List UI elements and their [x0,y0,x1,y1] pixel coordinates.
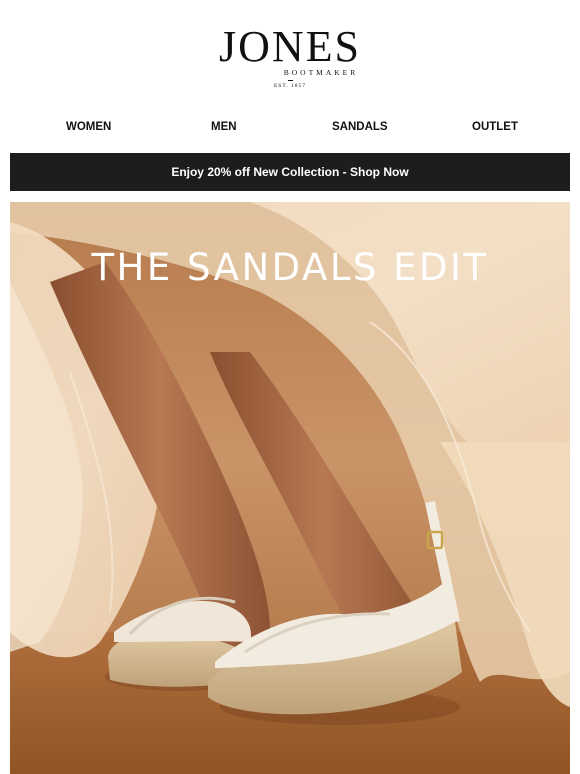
nav-item-sandals[interactable]: SANDALS [332,121,388,133]
brand-tagline: BOOTMAKER [283,68,359,77]
promo-banner[interactable]: Enjoy 20% off New Collection - Shop Now [10,153,570,191]
logo-divider [287,80,293,81]
main-nav: WOMEN MEN SANDALS OUTLET [0,121,580,139]
brand-logo[interactable]: JONES BOOTMAKER EST. 1857 [0,22,580,90]
nav-item-outlet[interactable]: OUTLET [472,121,518,133]
nav-item-women[interactable]: WOMEN [66,121,111,133]
hero-banner[interactable]: THE SANDALS EDIT [10,202,570,774]
hero-title: THE SANDALS EDIT [91,246,489,289]
brand-established: EST. 1857 [273,83,307,89]
nav-item-men[interactable]: MEN [211,121,237,133]
brand-name: JONES [218,22,362,71]
email-header: JONES BOOTMAKER EST. 1857 [0,0,580,110]
